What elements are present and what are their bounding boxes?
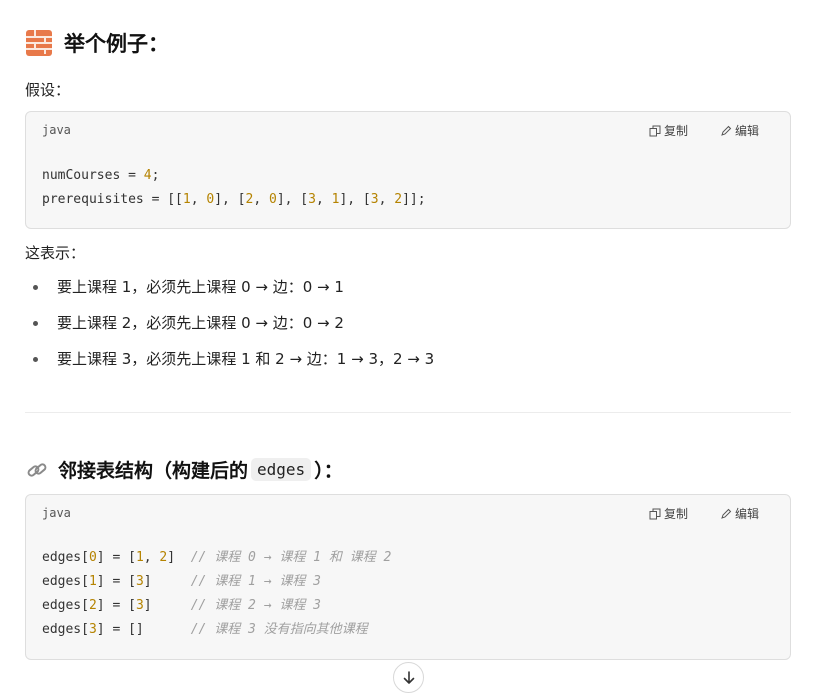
divider	[25, 412, 791, 413]
edge-list: 要上课程 1，必须先上课程 0 → 边：0 → 1 要上课程 2，必须先上课程 …	[25, 272, 434, 380]
section-heading-example: 举个例子：	[26, 28, 169, 58]
copy-icon	[649, 125, 661, 136]
section-heading-adjacency: 邻接表结构（构建后的 edges ）：	[26, 456, 343, 483]
code-block-prerequisites: java 复制 编辑 numCourses = 4; prerequisites …	[25, 111, 791, 229]
list-item: 要上课程 2，必须先上课程 0 → 边：0 → 2	[25, 308, 434, 344]
section-title-suffix: ）：	[314, 460, 343, 482]
code-line: edges[0] = [1, 2] // 课程 0 → 课程 1 和 课程 2	[42, 550, 392, 565]
edit-label: 编辑	[735, 507, 760, 521]
copy-label: 复制	[664, 124, 689, 138]
copy-button[interactable]: 复制	[649, 505, 688, 522]
code-line: edges[1] = [3] // 课程 1 → 课程 3	[42, 574, 322, 589]
code-content: numCourses = 4; prerequisites = [[1, 0], …	[42, 164, 426, 212]
edit-button[interactable]: 编辑	[720, 122, 759, 139]
code-block-edges: java 复制 编辑 edges[0] = [1, 2] // 课程 0 → 课…	[25, 494, 791, 660]
scroll-down-button[interactable]	[393, 662, 424, 693]
code-language-label: java	[42, 506, 71, 520]
code-line: edges[2] = [3] // 课程 2 → 课程 3	[42, 598, 322, 613]
intro-text: 假设：	[25, 81, 71, 99]
code-content: edges[0] = [1, 2] // 课程 0 → 课程 1 和 课程 2 e…	[42, 546, 391, 642]
arrow-down-icon	[403, 670, 414, 684]
copy-icon	[649, 508, 661, 519]
copy-label: 复制	[664, 507, 689, 521]
inline-code-edges: edges	[251, 458, 312, 481]
section-title: 举个例子：	[64, 32, 169, 56]
edit-label: 编辑	[735, 124, 760, 138]
pencil-icon	[721, 125, 732, 136]
brick-icon	[26, 30, 52, 56]
code-line: prerequisites = [[1, 0], [2, 0], [3, 1],…	[42, 192, 426, 207]
means-text: 这表示：	[25, 244, 86, 262]
list-item: 要上课程 1，必须先上课程 0 → 边：0 → 1	[25, 272, 434, 308]
code-line: numCourses = 4;	[42, 168, 160, 183]
section-title-prefix: 邻接表结构（构建后的	[58, 460, 249, 482]
code-line: edges[3] = [] // 课程 3 没有指向其他课程	[42, 622, 368, 637]
list-item: 要上课程 3，必须先上课程 1 和 2 → 边：1 → 3，2 → 3	[25, 344, 434, 380]
edit-button[interactable]: 编辑	[720, 505, 759, 522]
link-icon	[27, 462, 47, 477]
copy-button[interactable]: 复制	[649, 122, 688, 139]
pencil-icon	[721, 508, 732, 519]
code-language-label: java	[42, 123, 71, 137]
